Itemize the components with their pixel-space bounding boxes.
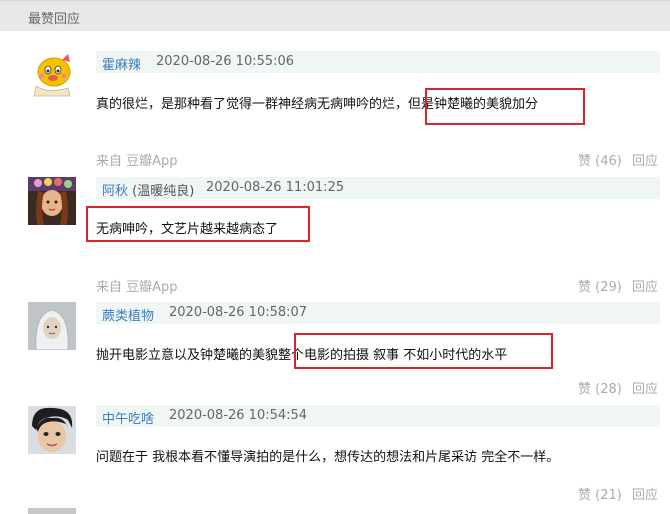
comment-time: 2020-08-26 10:55:06 [156, 54, 295, 69]
white-hooded-figure-avatar-icon [28, 302, 76, 350]
avatar[interactable] [28, 406, 76, 454]
user-note: (温暖纯良) [132, 184, 195, 199]
reply-button[interactable]: 回应 [632, 382, 658, 397]
avatar[interactable] [28, 177, 76, 225]
comment-meta: 霍麻辣 2020-08-26 10:55:06 [96, 51, 660, 73]
comment-meta: 中午吃啥 2020-08-26 10:54:54 [96, 405, 660, 427]
comment-text: 问题在于 我根本看不懂导演拍的是什么，想传达的想法和片尾采访 完全不一样。 [96, 450, 560, 465]
highlight-box [294, 333, 553, 369]
comment-footer: 赞 (28) 回应 [96, 378, 658, 397]
username-link[interactable]: 霍麻辣 [102, 54, 141, 73]
username: 阿秋 [102, 184, 129, 199]
comment-time: 2020-08-26 10:54:54 [169, 408, 308, 423]
like-button[interactable]: 赞 (28) [578, 382, 622, 397]
comment-meta: 阿秋 (温暖纯良) 2020-08-26 11:01:25 [96, 177, 660, 199]
highlight-box [425, 88, 585, 125]
avatar[interactable] [28, 50, 76, 98]
comment-footer-source: 来自 豆瓣App [96, 150, 658, 169]
cartoon-character-avatar-icon [28, 50, 76, 98]
username-link[interactable]: 阿秋 (温暖纯良) [102, 180, 194, 199]
avatar[interactable] [28, 302, 76, 350]
comment-time: 2020-08-26 11:01:25 [206, 180, 345, 195]
comment-footer: 赞 (21) 回应 [96, 484, 658, 503]
like-label: 赞 [578, 488, 592, 503]
comment-meta: 蕨类植物 2020-08-26 10:58:07 [96, 302, 660, 324]
username-link[interactable]: 蕨类植物 [102, 305, 154, 324]
reply-button[interactable]: 回应 [632, 488, 658, 503]
like-label: 赞 [578, 382, 592, 397]
like-count: (21) [595, 488, 622, 503]
comment-time: 2020-08-26 10:58:07 [169, 305, 308, 320]
like-button[interactable]: 赞 (21) [578, 488, 622, 503]
username-link[interactable]: 中午吃啥 [102, 408, 154, 427]
flower-crown-portrait-avatar-icon [28, 177, 76, 225]
face-closeup-avatar-icon [28, 406, 76, 454]
section-title: 最赞回应 [28, 12, 81, 27]
comment-footer-source [96, 276, 658, 294]
next-avatar-partial [28, 508, 76, 514]
section-header: 最赞回应 [0, 0, 670, 31]
highlight-box [86, 206, 310, 242]
like-count: (28) [595, 382, 622, 397]
comment-source: 来自 豆瓣App [96, 154, 178, 169]
